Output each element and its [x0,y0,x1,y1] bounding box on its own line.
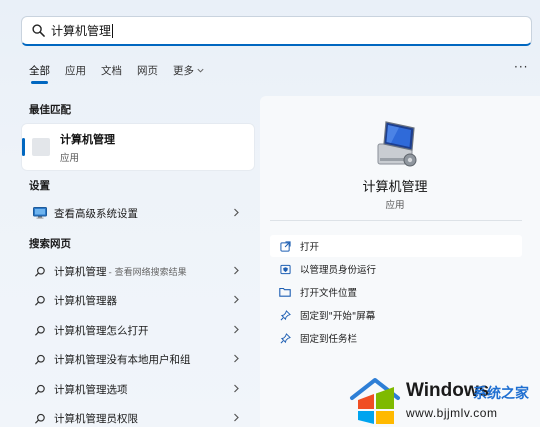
web-result-label: 计算机管理选项 [54,383,128,396]
web-result-label: 计算机管理器 [54,294,117,307]
chevron-right-icon [234,208,239,217]
action-run-as-admin[interactable]: 以管理员身份运行 [270,258,522,280]
system-settings-icon [32,207,48,219]
search-icon [32,413,48,424]
settings-item-label: 查看高级系统设置 [54,207,138,220]
settings-item-advanced-system[interactable]: 查看高级系统设置 [22,201,254,225]
chevron-right-icon [234,384,239,393]
search-icon [32,24,45,37]
divider [270,220,522,221]
web-result-label: 计算机管理怎么打开 [54,324,149,337]
detail-subtitle: 应用 [385,200,405,211]
settings-title: 设置 [29,180,50,192]
action-label: 打开文件位置 [300,288,358,299]
open-icon [278,240,292,252]
web-result-item[interactable]: 计算机管理器 [22,288,254,312]
chevron-right-icon [234,354,239,363]
action-label: 打开 [300,242,320,253]
search-icon [32,295,48,306]
tab-more-label: 更多 [173,65,194,77]
pin-icon [278,332,292,344]
detail-title: 计算机管理 [362,180,428,195]
best-match-title: 最佳匹配 [29,104,71,116]
chevron-right-icon [234,266,239,275]
watermark: Windows 系统之家 www.bjjmlv.com [348,374,540,427]
folder-icon [278,287,292,297]
tab-more[interactable]: 更多 [173,63,205,78]
web-result-label: 计算机管理员权限 [54,412,138,425]
watermark-brand-cn: 系统之家 [473,386,529,402]
more-options-button[interactable]: ··· [514,60,528,74]
best-match-type: 应用 [60,152,80,164]
web-result-item[interactable]: 计算机管理没有本地用户和组 [22,347,254,371]
windows-house-logo-icon [350,378,400,424]
action-pin-to-taskbar[interactable]: 固定到任务栏 [270,327,522,349]
action-label: 固定到任务栏 [300,334,358,345]
tab-documents[interactable]: 文档 [101,63,122,78]
search-box[interactable]: 计算机管理 [21,16,532,46]
web-result-item[interactable]: 计算机管理怎么打开 [22,318,254,342]
action-open[interactable]: 打开 [270,235,522,257]
web-result-item[interactable]: 计算机管理 - 查看网络搜索结果 [22,259,254,283]
web-result-item[interactable]: 计算机管理员权限 [22,406,254,427]
web-result-label: 计算机管理 [54,265,107,278]
search-icon [32,266,48,277]
app-icon [32,138,50,156]
action-label: 固定到"开始"屏幕 [300,311,376,322]
search-input[interactable]: 计算机管理 [51,22,111,39]
watermark-url: www.bjjmlv.com [406,406,498,420]
action-label: 以管理员身份运行 [300,265,377,276]
computer-management-icon [377,121,417,167]
best-match-card[interactable]: 计算机管理 应用 [22,124,254,170]
action-open-file-location[interactable]: 打开文件位置 [270,281,522,303]
search-icon [32,384,48,395]
chevron-right-icon [234,325,239,334]
best-match-name: 计算机管理 [60,132,115,146]
tab-apps[interactable]: 应用 [65,63,86,78]
action-pin-to-start[interactable]: 固定到"开始"屏幕 [270,304,522,326]
chevron-right-icon [234,413,239,422]
text-caret [112,23,114,38]
filter-tabs: 全部 应用 文档 网页 更多 [29,63,220,84]
pin-icon [278,309,292,321]
chevron-down-icon [197,68,204,73]
chevron-right-icon [234,295,239,304]
selection-indicator [22,138,25,156]
shield-run-icon [278,264,292,275]
web-result-label: 计算机管理没有本地用户和组 [54,353,191,366]
search-icon [32,325,48,336]
web-result-item[interactable]: 计算机管理选项 [22,377,254,401]
web-search-title: 搜索网页 [29,238,71,250]
search-icon [32,354,48,365]
tab-web[interactable]: 网页 [137,63,158,78]
tab-all[interactable]: 全部 [29,63,50,84]
web-result-hint: - 查看网络搜索结果 [108,267,187,278]
